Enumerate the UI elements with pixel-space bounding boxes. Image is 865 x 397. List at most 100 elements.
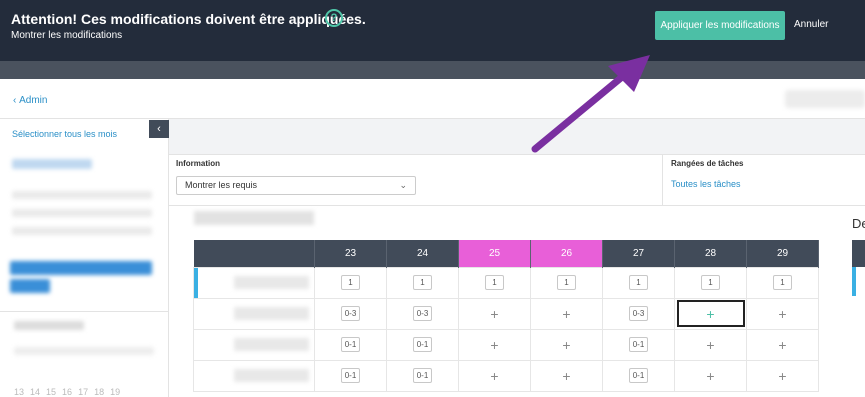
schedule-cell[interactable]: 1 — [386, 266, 459, 299]
schedule-row: 1 1 1 1 1 1 1 — [193, 266, 819, 299]
plus-icon: + — [562, 367, 571, 384]
schedule-cell[interactable]: + — [674, 297, 747, 330]
schedule-cell[interactable]: 1 — [674, 266, 747, 299]
schedule-cell[interactable]: 0-3 — [386, 297, 459, 330]
schedule-cell[interactable]: + — [674, 328, 747, 361]
admin-link-label: Admin — [19, 95, 48, 106]
blurred-sidebar-calendar — [12, 209, 152, 217]
calendar-day[interactable]: 19 — [110, 387, 120, 397]
question-circle-icon[interactable]: ? — [325, 9, 343, 27]
schedule-cell[interactable]: 0-3 — [314, 297, 387, 330]
chevron-down-icon: ⌄ — [399, 180, 407, 190]
next-week-header-stub — [852, 240, 865, 267]
calendar-day[interactable]: 15 — [46, 387, 56, 397]
blurred-selected-week — [10, 279, 50, 293]
day-header-row: 23 24 25 26 27 28 29 — [193, 240, 819, 267]
blurred-sidebar-calendar — [12, 227, 152, 235]
plus-icon: + — [778, 336, 787, 353]
requirement-pill: 1 — [629, 275, 648, 290]
schedule-row: 0-1 0-1 + +0-1 + + — [193, 359, 819, 392]
plus-icon: + — [706, 367, 715, 384]
plus-icon: + — [778, 305, 787, 322]
chevron-left-icon: ‹ — [157, 123, 161, 135]
schedule-cell[interactable]: + — [458, 328, 531, 361]
schedule-cell[interactable]: 1 — [530, 266, 603, 299]
row-accent — [194, 267, 198, 298]
schedule-cell[interactable]: + — [674, 359, 747, 392]
schedule-cell[interactable]: 1 — [458, 266, 531, 299]
schedule-row: 0-1 0-1 + +0-1 + + — [193, 328, 819, 361]
blurred-month-title — [14, 321, 84, 330]
day-header-weekend: 25 — [458, 240, 531, 267]
task-rows-label: Rangées de tâches — [671, 159, 744, 168]
schedule-cell[interactable]: 0-1 — [386, 328, 459, 361]
schedule-cell[interactable]: + — [458, 359, 531, 392]
schedule-cell[interactable]: + — [530, 297, 603, 330]
requirement-pill: 0-1 — [412, 337, 433, 352]
calendar-day[interactable]: 18 — [94, 387, 104, 397]
day-header: 23 — [314, 240, 387, 267]
requirement-pill: 0-1 — [412, 368, 433, 383]
day-header: 27 — [602, 240, 675, 267]
blurred-header-control — [785, 90, 865, 108]
blurred-row-name — [234, 337, 309, 351]
day-header: 29 — [746, 240, 819, 267]
information-select[interactable]: Montrer les requis ⌄ — [176, 176, 416, 195]
schedule-cell[interactable]: + — [746, 297, 819, 330]
show-changes-link[interactable]: Montrer les modifications — [11, 30, 122, 41]
requirement-pill: 0-3 — [628, 306, 649, 321]
cancel-button[interactable]: Annuler — [794, 19, 828, 30]
collapse-sidebar-button[interactable]: ‹ — [149, 120, 169, 138]
apply-changes-button[interactable]: Appliquer les modifications — [655, 11, 785, 40]
secondary-toolbar — [0, 61, 865, 79]
all-tasks-link[interactable]: Toutes les tâches — [671, 179, 741, 189]
calendar-day-row: 13 14 15 16 17 18 19 — [14, 387, 164, 397]
requirement-pill: 1 — [341, 275, 360, 290]
back-to-admin-link[interactable]: ‹ Admin — [13, 95, 47, 106]
schedule-cell[interactable]: 0-1 — [386, 359, 459, 392]
schedule-cell[interactable]: 1 — [602, 266, 675, 299]
calendar-day[interactable]: 17 — [78, 387, 88, 397]
requirement-pill: 0-1 — [340, 368, 361, 383]
page-header: ‹ Admin — [0, 79, 865, 119]
row-name-cell — [193, 328, 315, 361]
plus-icon: + — [562, 305, 571, 322]
plus-icon: + — [706, 305, 715, 322]
schedule-cell[interactable]: 0-1 — [602, 328, 675, 361]
name-column-header — [193, 240, 315, 267]
schedule-cell[interactable]: 0-1 — [314, 359, 387, 392]
schedule-cell[interactable]: 0-1 — [314, 328, 387, 361]
schedule-cell[interactable]: + — [746, 359, 819, 392]
calendar-day[interactable]: 14 — [30, 387, 40, 397]
schedule-grid-area: De 23 24 25 26 27 28 29 1 1 1 1 1 1 1 0-3 0-3 + +0… — [169, 206, 865, 397]
schedule-cell[interactable]: + — [530, 359, 603, 392]
plus-icon: + — [490, 305, 499, 322]
requirement-pill: 0-3 — [340, 306, 361, 321]
schedule-cell[interactable]: + — [458, 297, 531, 330]
row-accent — [852, 267, 856, 296]
schedule-cell[interactable]: 0-3 — [602, 297, 675, 330]
row-name-cell — [193, 297, 315, 330]
calendar-day[interactable]: 13 — [14, 387, 24, 397]
schedule-cell[interactable]: + — [530, 328, 603, 361]
day-header-weekend: 26 — [530, 240, 603, 267]
select-all-months-link[interactable]: Sélectionner tous les mois — [12, 129, 117, 139]
sidebar-divider — [0, 311, 168, 312]
schedule-cell[interactable]: 1 — [314, 266, 387, 299]
schedule-table: 23 24 25 26 27 28 29 1 1 1 1 1 1 1 0-3 0-3 + +0-3 +… — [193, 240, 819, 392]
blurred-sidebar-calendar — [12, 191, 152, 199]
plus-icon: + — [778, 367, 787, 384]
schedule-cell[interactable]: 0-1 — [602, 359, 675, 392]
schedule-cell[interactable]: 1 — [746, 266, 819, 299]
schedule-row: 0-3 0-3 + +0-3 + + — [193, 297, 819, 330]
schedule-cell[interactable]: + — [746, 328, 819, 361]
requirement-pill: 0-1 — [628, 368, 649, 383]
main-content: Information Montrer les requis ⌄ Rangées… — [169, 119, 865, 397]
calendar-day[interactable]: 16 — [62, 387, 72, 397]
blurred-week-title — [194, 211, 314, 225]
next-section-label: De — [852, 216, 865, 231]
blurred-row-name — [234, 368, 309, 382]
plus-icon: + — [490, 367, 499, 384]
filter-divider — [662, 155, 663, 207]
attention-bar: Attention! Ces modifications doivent êtr… — [0, 0, 865, 61]
